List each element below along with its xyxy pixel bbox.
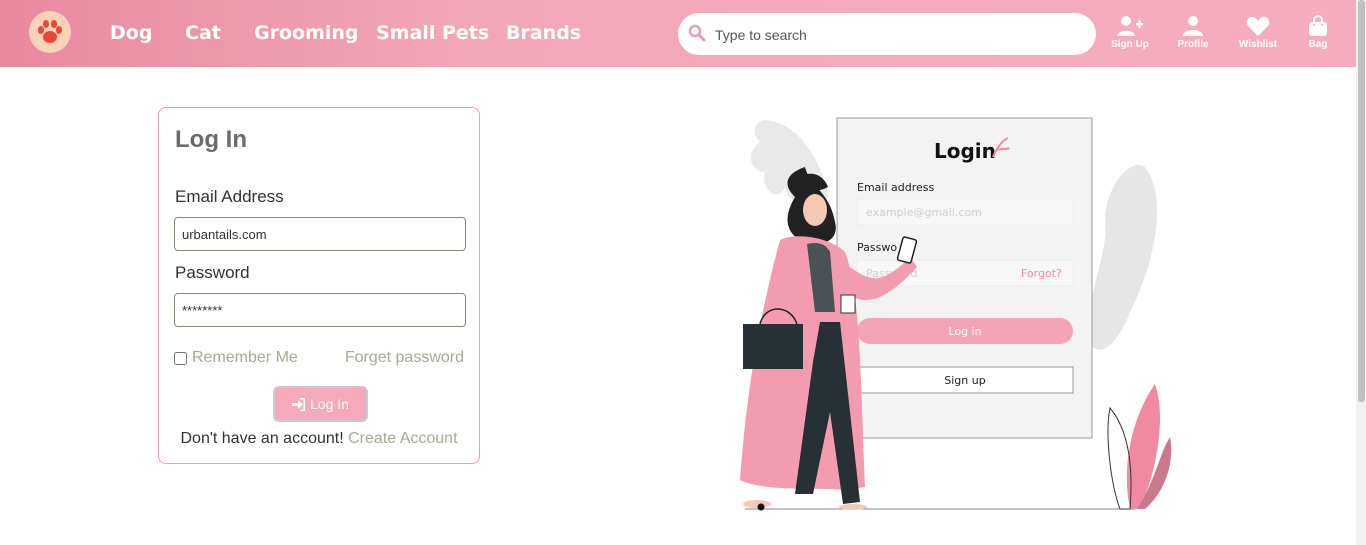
nav-link-brands[interactable]: Brands <box>506 22 581 44</box>
email-label: Email Address <box>175 187 284 206</box>
search-icon <box>688 24 706 47</box>
nav-profile[interactable]: Profile <box>1168 15 1218 50</box>
nav-link-cat[interactable]: Cat <box>185 22 221 44</box>
sign-in-icon <box>292 397 306 411</box>
nav-wishlist[interactable]: Wishlist <box>1233 15 1283 50</box>
heart-icon <box>1246 16 1270 36</box>
nav-link-grooming[interactable]: Grooming <box>254 22 359 44</box>
login-illustration: Login Email address example@gmail.com Pa… <box>740 117 1172 511</box>
login-button-label: Log In <box>310 396 349 412</box>
remember-me-checkbox[interactable] <box>174 351 187 365</box>
nav-profile-label: Profile <box>1177 39 1209 50</box>
scrollbar-thumb[interactable] <box>1358 0 1365 402</box>
top-navbar: Dog Cat Grooming Small Pets Brands Sign … <box>0 0 1356 67</box>
nav-link-small-pets[interactable]: Small Pets <box>376 22 489 44</box>
add-user-icon <box>1117 16 1143 36</box>
mock-email-label: Email address <box>857 181 935 194</box>
create-account-line: Don't have an account! Create Account <box>159 430 479 448</box>
mock-password-label: Passwo <box>857 241 897 254</box>
login-title: Log In <box>175 126 247 153</box>
remember-me: Remember Me <box>174 349 298 367</box>
mock-login-button-label: Log in <box>948 325 981 338</box>
page-scrollbar[interactable] <box>1356 0 1366 545</box>
forget-password-link[interactable]: Forget password <box>345 349 464 367</box>
nav-link-dog[interactable]: Dog <box>110 22 152 44</box>
nav-bag-label: Bag <box>1308 39 1328 50</box>
dot-icon <box>757 503 765 511</box>
no-account-text: Don't have an account! <box>180 430 344 447</box>
nav-signup[interactable]: Sign Up <box>1105 15 1155 50</box>
mock-email-placeholder: example@gmail.com <box>866 206 982 219</box>
woman-shoe <box>839 504 867 510</box>
search-input[interactable] <box>713 21 1077 49</box>
plant-leaf-outline <box>1107 406 1132 510</box>
password-label: Password <box>175 263 250 282</box>
user-icon <box>1183 16 1203 36</box>
login-button[interactable]: Log In <box>273 386 368 422</box>
login-card: Log In Email Address Password Remember M… <box>158 107 480 464</box>
create-account-link[interactable]: Create Account <box>348 430 457 447</box>
email-field[interactable] <box>174 217 466 251</box>
nav-signup-label: Sign Up <box>1111 39 1149 50</box>
handbag-icon <box>743 324 803 369</box>
remember-me-label: Remember Me <box>192 349 298 366</box>
mock-signup-button-label: Sign up <box>944 374 985 387</box>
bag-icon <box>1309 15 1327 36</box>
mock-forgot-link: Forgot? <box>1021 267 1062 280</box>
nav-wishlist-label: Wishlist <box>1238 39 1278 50</box>
paw-logo-icon[interactable] <box>29 11 71 53</box>
woman-face <box>803 194 827 226</box>
search-bar <box>678 13 1096 55</box>
coffee-cup-icon <box>840 294 856 314</box>
mock-login-title: Login <box>934 139 996 163</box>
nav-bag[interactable]: Bag <box>1293 15 1343 50</box>
woman-shoe <box>743 500 771 508</box>
password-field[interactable] <box>174 293 466 327</box>
background-leaf <box>1087 165 1157 350</box>
